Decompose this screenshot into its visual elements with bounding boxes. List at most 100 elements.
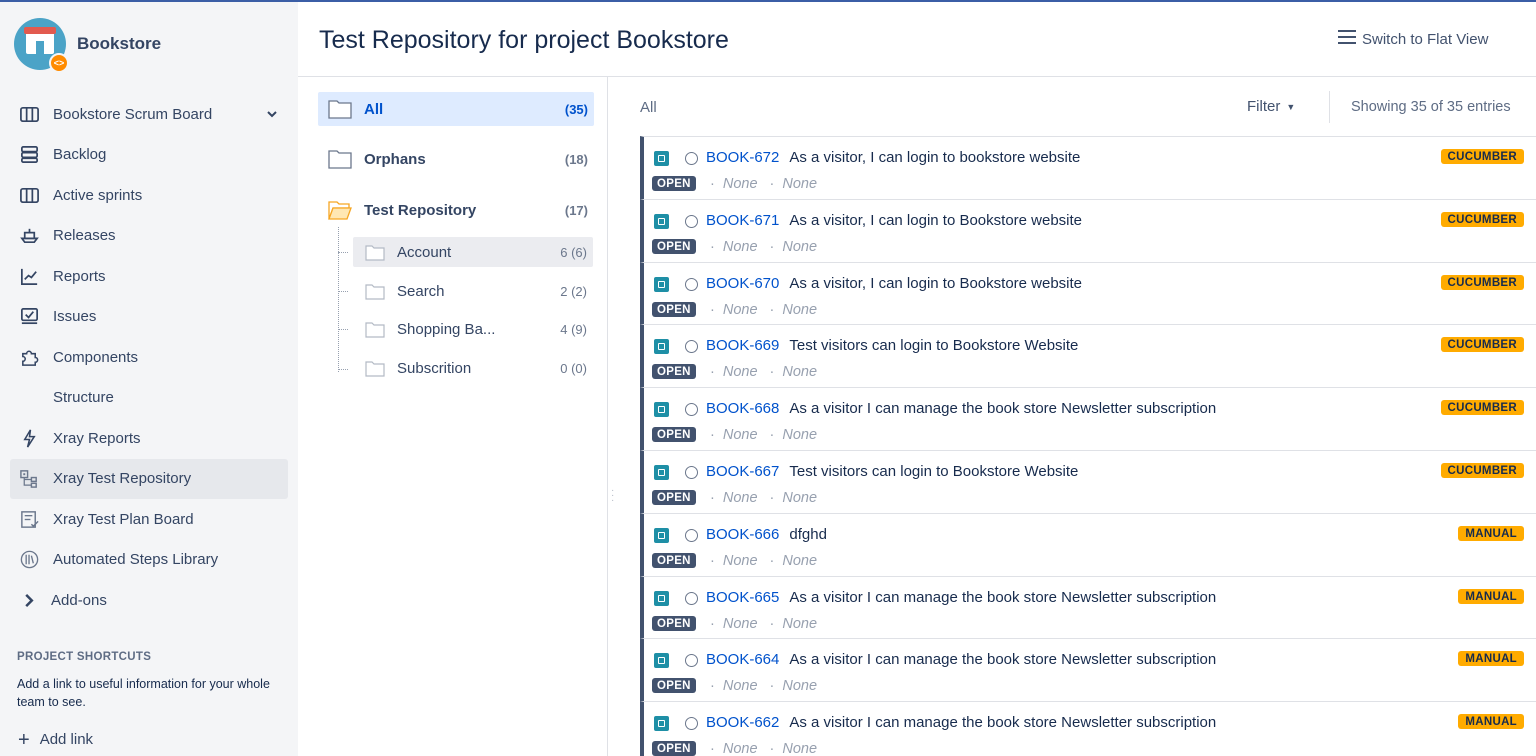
status-circle-icon[interactable]: [685, 277, 698, 291]
row-title: BOOK-669 Test visitors can login to Book…: [706, 337, 1078, 354]
separator-dot: ·: [710, 364, 715, 381]
sidebar-item-releases[interactable]: Releases: [10, 216, 288, 257]
project-header[interactable]: <> Bookstore: [14, 18, 161, 73]
issue-summary[interactable]: As a visitor, I can login to bookstore w…: [789, 149, 1080, 166]
issue-key-link[interactable]: BOOK-669: [706, 337, 779, 354]
resize-grip-icon[interactable]: · · ·: [611, 486, 614, 506]
status-circle-icon[interactable]: [685, 654, 698, 668]
issue-key-link[interactable]: BOOK-670: [706, 275, 779, 292]
test-type-icon: [654, 653, 669, 669]
issue-summary[interactable]: As a visitor, I can login to Bookstore w…: [789, 275, 1082, 292]
status-circle-icon[interactable]: [685, 340, 698, 354]
panel-divider[interactable]: [607, 77, 608, 756]
separator-dot: ·: [710, 678, 715, 695]
table-row[interactable]: BOOK-665 As a visitor I can manage the b…: [640, 575, 1536, 639]
shortcuts-description: Add a link to useful information for you…: [17, 677, 270, 709]
folder-account[interactable]: Account 6 (6): [353, 237, 593, 267]
table-row[interactable]: BOOK-662 As a visitor I can manage the b…: [640, 701, 1536, 756]
row-meta: · None · None: [710, 741, 817, 756]
switch-flat-view-button[interactable]: Switch to Flat View: [1338, 29, 1488, 49]
filter-label: Filter: [1247, 98, 1281, 115]
folder-test-repository[interactable]: Test Repository (17): [318, 193, 594, 227]
filter-dropdown[interactable]: Filter ▼: [1247, 98, 1295, 115]
plus-icon: +: [18, 728, 30, 751]
table-row[interactable]: BOOK-672 As a visitor, I can login to bo…: [640, 136, 1536, 199]
issue-key-link[interactable]: BOOK-667: [706, 463, 779, 480]
project-name[interactable]: Bookstore: [77, 34, 161, 54]
row-meta: · None · None: [710, 176, 817, 192]
sidebar-item-backlog[interactable]: Backlog: [10, 135, 288, 176]
sidebar-item-reports[interactable]: Reports: [10, 256, 288, 297]
sidebar-item-xray-test-repository[interactable]: Xray Test Repository: [10, 458, 288, 499]
table-row[interactable]: BOOK-670 As a visitor, I can login to Bo…: [640, 261, 1536, 325]
issue-summary[interactable]: dfghd: [789, 526, 827, 543]
issue-summary[interactable]: Test visitors can login to Bookstore Web…: [789, 337, 1078, 354]
store-icon: [24, 27, 56, 54]
sidebar-item-components[interactable]: Components: [10, 337, 288, 378]
hamburger-icon: [1338, 29, 1356, 49]
row-meta: · None · None: [710, 678, 817, 694]
project-avatar[interactable]: <>: [14, 18, 69, 73]
status-circle-icon[interactable]: [685, 591, 698, 605]
meta-value: None: [782, 741, 818, 756]
meta-value: None: [782, 176, 818, 192]
issue-key-link[interactable]: BOOK-668: [706, 400, 779, 417]
issue-key-link[interactable]: BOOK-672: [706, 149, 779, 166]
issue-key-link[interactable]: BOOK-662: [706, 714, 779, 731]
sidebar: <> Bookstore Bookstore Scrum Board Backl…: [0, 2, 298, 756]
issue-key-link[interactable]: BOOK-665: [706, 589, 779, 606]
issue-key-link[interactable]: BOOK-671: [706, 212, 779, 229]
sidebar-item-structure[interactable]: Structure: [10, 378, 288, 419]
issue-summary[interactable]: As a visitor, I can login to Bookstore w…: [789, 212, 1082, 229]
table-row[interactable]: BOOK-664 As a visitor I can manage the b…: [640, 638, 1536, 702]
folder-shopping-basket[interactable]: Shopping Ba... 4 (9): [353, 314, 593, 344]
folder-subscrition[interactable]: Subscrition 0 (0): [353, 353, 593, 383]
issue-key-link[interactable]: BOOK-664: [706, 651, 779, 668]
status-circle-icon[interactable]: [685, 214, 698, 228]
test-type-icon: [654, 339, 669, 355]
issue-summary[interactable]: Test visitors can login to Bookstore Web…: [789, 463, 1078, 480]
table-row[interactable]: BOOK-666 dfghd OPEN · None · None MANUAL: [640, 512, 1536, 576]
table-row[interactable]: BOOK-667 Test visitors can login to Book…: [640, 449, 1536, 513]
sidebar-item-board[interactable]: Bookstore Scrum Board: [10, 94, 288, 135]
status-badge: OPEN: [652, 427, 696, 443]
issue-summary[interactable]: As a visitor I can manage the book store…: [789, 714, 1216, 731]
folder-search[interactable]: Search 2 (2): [353, 276, 593, 306]
sidebar-item-xray-reports[interactable]: Xray Reports: [10, 418, 288, 459]
chevron-down-icon[interactable]: [266, 107, 278, 124]
status-circle-icon[interactable]: [685, 528, 698, 542]
meta-value: None: [722, 489, 758, 506]
test-type-badge: CUCUMBER: [1440, 337, 1524, 353]
folder-count: (35): [564, 101, 588, 117]
folder-icon: [365, 283, 385, 300]
separator-dot: ·: [769, 615, 775, 632]
add-link-button[interactable]: + Add link: [18, 728, 93, 751]
table-row[interactable]: BOOK-669 Test visitors can login to Book…: [640, 324, 1536, 388]
sidebar-item-issues[interactable]: Issues: [10, 297, 288, 338]
separator-dot: ·: [769, 489, 775, 506]
table-row[interactable]: BOOK-671 As a visitor, I can login to Bo…: [640, 198, 1536, 262]
issue-summary[interactable]: As a visitor I can manage the book store…: [789, 651, 1216, 668]
meta-value: None: [722, 238, 758, 255]
test-type-badge: CUCUMBER: [1440, 400, 1524, 416]
status-circle-icon[interactable]: [685, 152, 698, 165]
table-row[interactable]: BOOK-668 As a visitor I can manage the b…: [640, 387, 1536, 450]
issue-key-link[interactable]: BOOK-666: [706, 526, 779, 543]
folder-label: Orphans: [364, 150, 426, 168]
folder-all[interactable]: All (35): [318, 92, 594, 126]
shortcuts-heading: PROJECT SHORTCUTS: [17, 651, 152, 663]
sidebar-item-label: Xray Reports: [53, 429, 141, 447]
issue-summary[interactable]: As a visitor I can manage the book store…: [789, 589, 1216, 606]
sidebar-item-active-sprints[interactable]: Active sprints: [10, 175, 288, 216]
issue-summary[interactable]: As a visitor I can manage the book store…: [789, 400, 1216, 417]
status-circle-icon[interactable]: [685, 403, 698, 417]
status-circle-icon[interactable]: [685, 717, 698, 731]
folder-orphans[interactable]: Orphans (18): [318, 142, 594, 176]
project-shortcuts: PROJECT SHORTCUTS Add a link to useful i…: [17, 651, 277, 711]
sidebar-item-automated-steps-library[interactable]: Automated Steps Library: [10, 540, 288, 581]
sidebar-item-addons[interactable]: Add-ons: [10, 580, 288, 621]
sidebar-item-xray-test-plan-board[interactable]: Xray Test Plan Board: [10, 499, 288, 540]
meta-value: None: [782, 615, 818, 632]
status-circle-icon[interactable]: [685, 465, 698, 479]
list-breadcrumb[interactable]: All: [640, 99, 657, 116]
